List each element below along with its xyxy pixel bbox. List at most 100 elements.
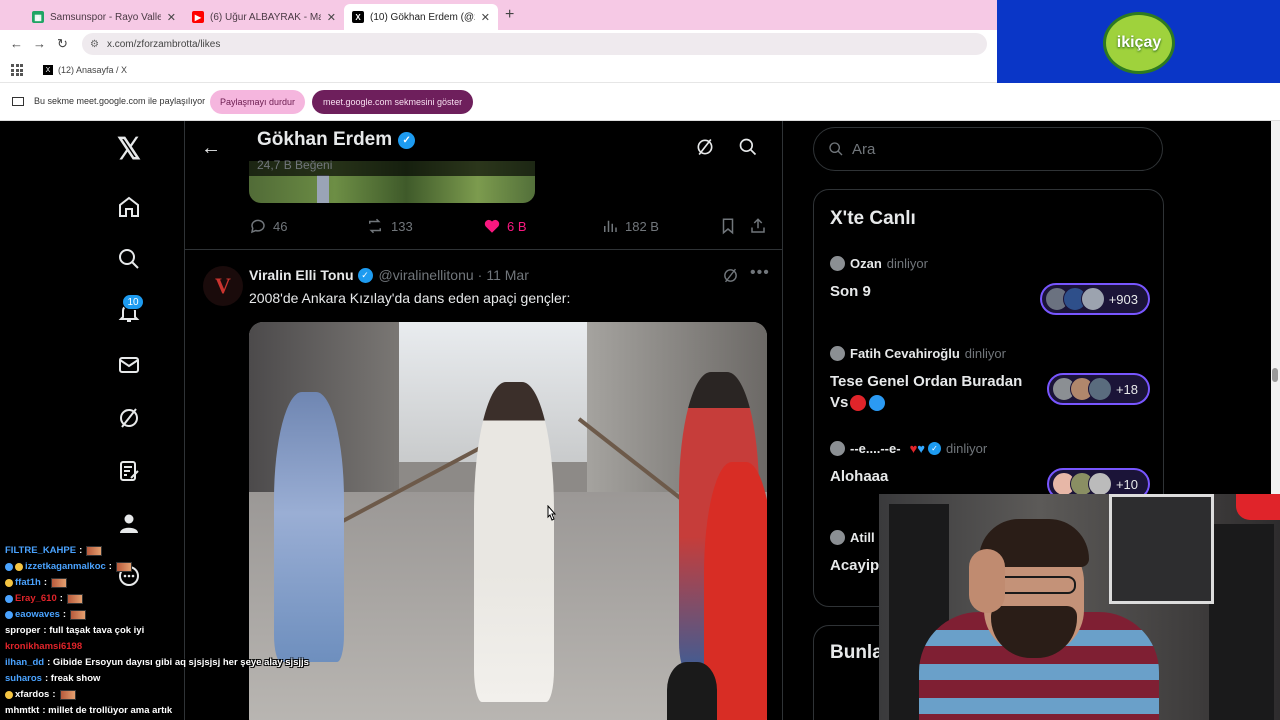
tweet-date[interactable]: 11 Mar [486, 267, 529, 283]
home-icon[interactable] [115, 193, 143, 221]
back-arrow-icon[interactable]: ← [201, 137, 221, 160]
verified-badge-icon: ✓ [398, 131, 416, 149]
grok-icon[interactable] [695, 137, 715, 162]
screen-share-icon [12, 96, 24, 106]
live-spaces-title: X'te Canlı [830, 208, 916, 229]
tweet-text: 2008'de Ankara Kızılay'da dans eden apaç… [249, 290, 571, 306]
grok-icon[interactable] [115, 404, 143, 432]
bookmarks-bar: X (12) Anasayfa / X [0, 58, 997, 83]
tweet-handle[interactable]: @viralinellitonu [379, 267, 474, 283]
chat-message: xfardos: [5, 689, 76, 700]
scrollbar-thumb[interactable] [1272, 368, 1278, 382]
space-title: Son 9 [830, 283, 871, 300]
tab-bar: ▦ Samsunspor - Rayo Vallecano c ✕ ▶ (6) … [0, 0, 997, 30]
reload-icon[interactable]: ↻ [57, 36, 68, 52]
chat-message: Eray_610: [5, 593, 83, 604]
separator-dot: · [477, 267, 483, 283]
reply-button[interactable]: 46 [249, 217, 287, 235]
blue-circle-icon [869, 395, 886, 412]
apps-grid-icon[interactable] [11, 64, 23, 76]
x-logo-icon[interactable]: 𝕏 [115, 133, 143, 166]
back-arrow-icon[interactable]: ← [10, 36, 23, 51]
chat-message: ilhan_dd: Gibide Ersoyun dayısı gibi aq … [5, 657, 309, 668]
chat-message: suharos: freak show [5, 673, 101, 684]
share-icon [751, 218, 765, 233]
tactics-board [1109, 494, 1214, 604]
webcam-overlay [879, 494, 1280, 720]
close-tab-icon[interactable]: ✕ [327, 11, 336, 24]
grok-icon[interactable] [722, 267, 739, 289]
space-item[interactable]: Ozan dinliyor Son 9 +903 [830, 256, 1150, 315]
forward-arrow-icon[interactable]: → [33, 36, 46, 51]
tab-x-profile[interactable]: X (10) Gökhan Erdem (@zforz ✕ [344, 4, 498, 30]
url-field[interactable]: ⚙ x.com/zforzambrotta/likes [82, 33, 987, 55]
youtube-icon: ▶ [192, 11, 204, 23]
avatar [830, 346, 845, 361]
stop-sharing-button[interactable]: Paylaşmayı durdur [210, 90, 306, 114]
tab-youtube[interactable]: ▶ (6) Uğur ALBAYRAK - Mazi - Yo ✕ [184, 4, 344, 30]
like-button[interactable]: 6 B [483, 217, 527, 235]
stream-chat: FILTRE_KAHPE: izzetkaganmalkoc: ffat1h: … [0, 543, 420, 720]
messages-icon[interactable] [115, 351, 143, 379]
bookmark-button[interactable] [719, 217, 743, 235]
space-title: Tese Genel Ordan Buradan Vs [830, 373, 1023, 412]
avatar[interactable]: V [203, 266, 243, 306]
tweet-author-name[interactable]: Viralin Elli Tonu [249, 267, 354, 283]
reply-icon [250, 219, 265, 234]
screen: ▦ Samsunspor - Rayo Vallecano c ✕ ▶ (6) … [0, 0, 1280, 720]
explore-icon[interactable] [115, 245, 143, 273]
site-info-icon[interactable]: ⚙ [90, 39, 99, 50]
bookmark-icon [722, 218, 734, 235]
listeners-pill[interactable]: +903 [1039, 283, 1150, 315]
space-item[interactable]: --e....--e- ♥ ♥ ✓ dinliyor Alohaaa +10 [830, 441, 1150, 500]
chat-message: mhmtkt: millet de trollüyor ama artık [5, 705, 173, 716]
profile-icon[interactable] [115, 509, 143, 537]
profile-header: ← Gökhan Erdem ✓ 24,7 B Beğeni [185, 121, 782, 176]
red-heart-icon: ♥ [909, 441, 918, 456]
sheets-icon: ▦ [32, 11, 44, 23]
chat-message: izzetkaganmalkoc: [5, 561, 132, 572]
sponsor-logo: ikiçay [1103, 12, 1175, 74]
recommendations-title: Bunla [830, 642, 883, 663]
search-box[interactable] [813, 127, 1163, 171]
screen-share-bar: Bu sekme meet.google.com ile paylaşılıyo… [0, 83, 1280, 121]
chat-message: eaowaves: [5, 609, 87, 620]
x-icon: X [43, 65, 53, 75]
chat-message: FILTRE_KAHPE: [5, 545, 103, 556]
space-item[interactable]: Fatih Cevahiroğlu dinliyor Tese Genel Or… [830, 346, 1150, 413]
avatar [830, 530, 845, 545]
tab-samsunspor[interactable]: ▦ Samsunspor - Rayo Vallecano c ✕ [24, 4, 184, 30]
heart-icon [484, 219, 500, 233]
previous-tweet-actions: 46 133 6 B 182 B [249, 217, 769, 239]
listeners-pill[interactable]: +18 [1046, 373, 1150, 405]
tweet-divider [185, 249, 782, 250]
red-circle-icon [850, 395, 867, 412]
chat-message: kronikhamsi6198 [5, 641, 83, 652]
lists-icon[interactable] [115, 457, 143, 485]
repost-button[interactable]: 133 [365, 217, 413, 235]
avatar [830, 441, 845, 456]
stream-logo [1236, 494, 1280, 520]
tweet-header: Viralin Elli Tonu ✓ @viralinellitonu · 1… [249, 267, 529, 283]
verified-badge-icon: ✓ [928, 442, 941, 455]
x-icon: X [352, 11, 364, 23]
sponsor-banner: ikiçay [997, 0, 1280, 83]
close-tab-icon[interactable]: ✕ [167, 11, 176, 24]
profile-likes-count: 24,7 B Beğeni [257, 158, 333, 172]
close-tab-icon[interactable]: ✕ [481, 11, 490, 24]
blue-heart-icon: ♥ [917, 441, 925, 456]
address-bar: ← → ↻ ⚙ x.com/zforzambrotta/likes [0, 30, 997, 58]
search-input[interactable] [852, 140, 1142, 158]
notification-badge: 10 [122, 294, 144, 310]
share-button[interactable] [749, 217, 773, 235]
chat-message: sproper: full taşak tava çok iyi [5, 625, 145, 636]
search-icon[interactable] [738, 137, 758, 162]
more-options-icon[interactable]: ••• [750, 264, 770, 282]
chat-message: ffat1h: [5, 577, 68, 588]
new-tab-icon[interactable]: + [505, 6, 514, 24]
bookmark-x-home[interactable]: X (12) Anasayfa / X [43, 65, 127, 75]
views-button[interactable]: 182 B [601, 217, 659, 235]
url-text: x.com/zforzambrotta/likes [106, 38, 221, 50]
verified-badge-icon: ✓ [357, 267, 373, 283]
show-meet-tab-button[interactable]: meet.google.com sekmesini göster [312, 90, 474, 114]
